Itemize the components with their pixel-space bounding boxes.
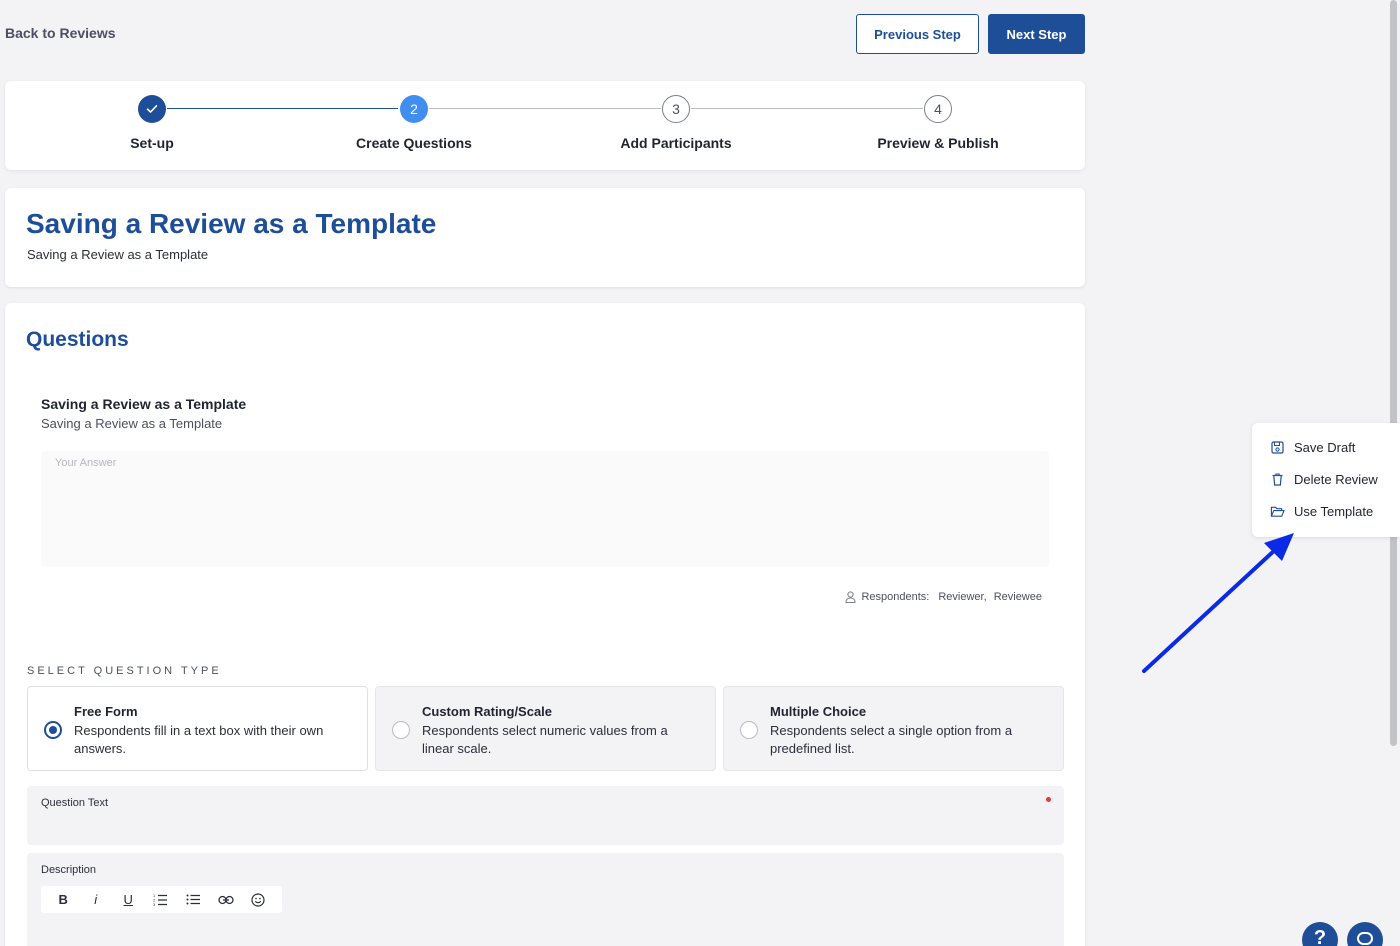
page-title: Saving a Review as a Template: [26, 208, 437, 239]
rich-text-toolbar: B i U 123: [41, 886, 282, 913]
back-to-reviews-link[interactable]: Back to Reviews: [5, 25, 116, 41]
step-label: Create Questions: [356, 135, 472, 151]
respondents-info: Respondents: Reviewer, Reviewee: [845, 591, 1042, 603]
trash-icon: [1272, 473, 1283, 486]
chat-button[interactable]: [1347, 922, 1383, 946]
top-bar: Back to Reviews Previous Step Next Step: [0, 0, 1085, 70]
underline-button[interactable]: U: [112, 886, 145, 913]
description-field[interactable]: Description B i U 123: [27, 853, 1064, 946]
question-description: Saving a Review as a Template: [41, 416, 223, 431]
type-description: Respondents select a single option from …: [770, 723, 1013, 756]
use-template-label: Use Template: [1294, 503, 1374, 519]
step-create-questions[interactable]: 2 Create Questions: [314, 95, 514, 151]
radio-selected[interactable]: [44, 721, 62, 739]
type-description: Respondents select numeric values from a…: [422, 723, 668, 756]
italic-button[interactable]: i: [80, 886, 113, 913]
user-icon: [845, 591, 856, 603]
step-add-participants[interactable]: 3 Add Participants: [576, 95, 776, 151]
link-icon[interactable]: [210, 886, 243, 913]
step-number: 4: [924, 95, 952, 123]
type-name: Free Form: [74, 704, 138, 719]
save-icon: [1271, 440, 1284, 454]
step-preview-publish[interactable]: 4 Preview & Publish: [838, 95, 1038, 151]
help-button[interactable]: ?: [1302, 922, 1338, 946]
questions-card: Questions Saving a Review as a Template …: [5, 303, 1085, 946]
page-subtitle: Saving a Review as a Template: [27, 247, 209, 262]
delete-review-button[interactable]: Delete Review: [1270, 468, 1378, 490]
review-actions-menu: Save Draft Delete Review Use Template: [1252, 423, 1400, 537]
next-step-button[interactable]: Next Step: [988, 14, 1085, 54]
scrollbar-thumb[interactable]: [1390, 0, 1397, 746]
question-type-custom-rating[interactable]: Custom Rating/Scale Respondents select n…: [375, 686, 716, 771]
question-text-field[interactable]: Question Text: [27, 786, 1064, 845]
select-question-type-label: SELECT QUESTION TYPE: [27, 665, 222, 677]
answer-input[interactable]: [41, 451, 1049, 567]
radio-unselected[interactable]: [392, 721, 410, 739]
question-type-free-form[interactable]: Free Form Respondents fill in a text box…: [27, 686, 368, 771]
respondent-reviewee: Reviewee: [993, 591, 1042, 603]
save-draft-button[interactable]: Save Draft: [1270, 436, 1355, 458]
radio-unselected[interactable]: [740, 721, 758, 739]
emoji-icon[interactable]: [242, 886, 275, 913]
step-number: 2: [400, 95, 428, 123]
folder-open-icon: [1270, 506, 1285, 517]
step-label: Add Participants: [620, 135, 732, 151]
type-name: Custom Rating/Scale: [422, 704, 553, 719]
question-text-label: Question Text: [41, 797, 109, 809]
bulleted-list-icon[interactable]: [177, 886, 210, 913]
check-icon: [138, 95, 166, 123]
previous-step-button[interactable]: Previous Step: [856, 14, 979, 54]
use-template-button[interactable]: Use Template: [1270, 500, 1373, 522]
step-number: 3: [662, 95, 690, 123]
save-draft-label: Save Draft: [1294, 439, 1356, 455]
respondents-label: Respondents:: [861, 591, 930, 603]
numbered-list-icon[interactable]: 123: [145, 886, 178, 913]
respondent-reviewer: Reviewer,: [938, 591, 987, 603]
delete-review-label: Delete Review: [1294, 471, 1378, 487]
bold-button[interactable]: B: [47, 886, 80, 913]
step-label: Preview & Publish: [877, 135, 999, 151]
annotation-arrow-icon: [1142, 533, 1294, 673]
progress-stepper: Set-up 2 Create Questions 3 Add Particip…: [5, 81, 1085, 170]
review-title-card: Saving a Review as a Template Saving a R…: [5, 188, 1085, 287]
step-setup[interactable]: Set-up: [52, 95, 252, 151]
question-type-multiple-choice[interactable]: Multiple Choice Respondents select a sin…: [723, 686, 1064, 771]
description-label: Description: [41, 864, 97, 876]
type-description: Respondents fill in a text box with thei…: [74, 723, 324, 756]
question-title: Saving a Review as a Template: [41, 396, 247, 412]
svg-text:3: 3: [153, 902, 156, 906]
step-label: Set-up: [130, 135, 174, 151]
chat-icon: [1357, 932, 1373, 945]
questions-heading: Questions: [26, 328, 129, 351]
type-name: Multiple Choice: [770, 704, 867, 719]
required-indicator: [1046, 797, 1051, 802]
